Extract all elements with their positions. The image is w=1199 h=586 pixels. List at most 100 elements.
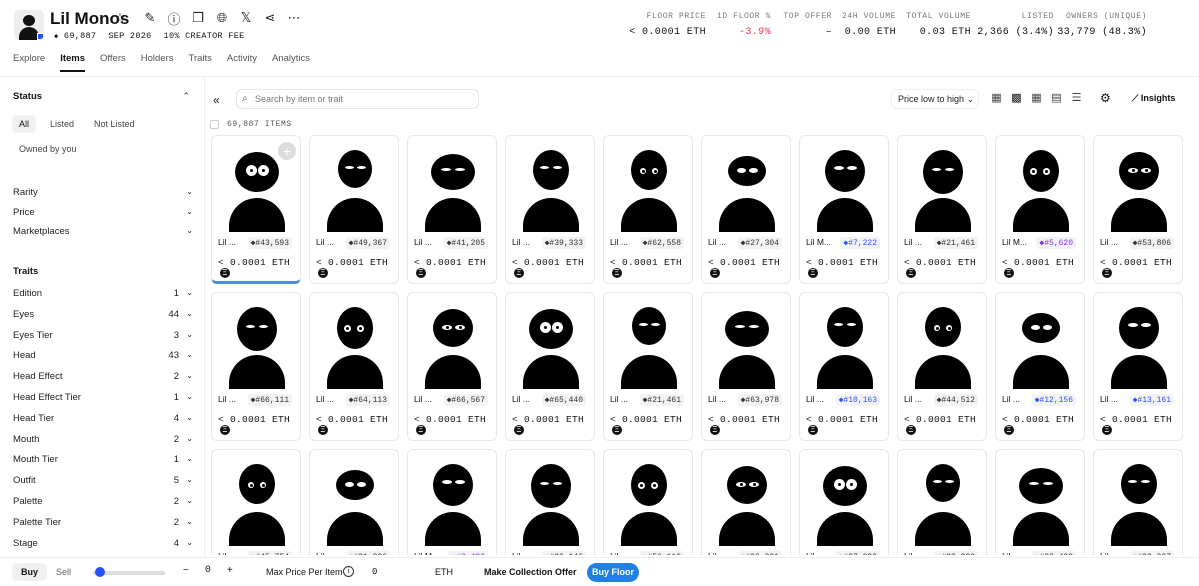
trait-filter-row[interactable]: Mouth 2 ⌄ [13,434,193,445]
nft-card[interactable]: Lil M... ◆#5,620 < 0.0001 ETH Ξ [995,135,1085,284]
nft-card[interactable]: Lil ... ◆#23,220 [897,449,987,555]
trait-filter-row[interactable]: Stage 4 ⌄ [13,538,193,549]
trait-filter-row[interactable]: Eyes Tier 3 ⌄ [13,330,193,341]
trait-filter-row[interactable]: Outfit 5 ⌄ [13,475,193,486]
nft-image[interactable] [408,293,496,389]
nft-card[interactable]: Lil ... ◆#10,163 < 0.0001 ETH Ξ [799,292,889,441]
nft-image[interactable] [702,293,790,389]
trait-filter-row[interactable]: Head 43 ⌄ [13,350,193,361]
chevron-up-icon[interactable]: ⌃ [182,91,190,102]
nft-card[interactable]: Lil ... ◆#39,333 < 0.0001 ETH Ξ [505,135,595,284]
nft-image[interactable] [800,293,888,389]
slider-handle[interactable] [95,567,105,577]
star-icon[interactable]: ☆ [108,9,132,27]
trait-filter-row[interactable]: Edition 1 ⌄ [13,288,193,299]
nft-image[interactable] [408,136,496,232]
nft-card[interactable]: Lil ... ◆#44,512 < 0.0001 ETH Ξ [897,292,987,441]
gear-icon[interactable]: ⚙ [1100,91,1111,105]
nft-image[interactable] [212,293,300,389]
decrement-button[interactable]: − [183,565,189,576]
nft-card[interactable]: Lil ... ◆#56,110 [603,449,693,555]
max-price-input[interactable]: 0 [372,567,377,577]
grid-medium-icon[interactable]: ▩ [1010,92,1023,105]
nft-card[interactable]: Lil ... ◆#27,030 [799,449,889,555]
nft-image[interactable] [996,136,1084,232]
trait-filter-row[interactable]: Head Effect 2 ⌄ [13,371,193,382]
tab-traits[interactable]: Traits [189,53,212,72]
nft-card[interactable]: Lil M... ◆#3,420 [407,449,497,555]
table-icon[interactable]: ▤ [1050,92,1063,105]
nft-image[interactable] [898,136,986,232]
share-icon[interactable]: ⋖ [258,9,282,27]
nft-image[interactable] [212,450,300,546]
nft-card[interactable]: Lil ... ◆#21,461 < 0.0001 ETH Ξ [603,292,693,441]
list-icon[interactable]: ☰ [1070,92,1083,105]
search-input[interactable]: ⌕ Search by item or trait [236,89,479,109]
nft-image[interactable] [996,450,1084,546]
select-all-checkbox[interactable] [210,120,219,129]
tab-holders[interactable]: Holders [141,53,174,72]
trait-filter-row[interactable]: Mouth Tier 1 ⌄ [13,454,193,465]
nft-image[interactable] [898,293,986,389]
quantity-value[interactable]: 0 [205,565,211,576]
tab-activity[interactable]: Activity [227,53,257,72]
nft-image[interactable] [408,450,496,546]
nft-card[interactable]: Lil ... ◆#66,111 < 0.0001 ETH Ξ [211,292,301,441]
nft-image[interactable] [506,450,594,546]
nft-card[interactable]: Lil M... ◆#7,222 < 0.0001 ETH Ξ [799,135,889,284]
nft-image[interactable] [604,293,692,389]
nft-card[interactable]: Lil ... ◆#62,558 < 0.0001 ETH Ξ [603,135,693,284]
buy-tab[interactable]: Buy [12,563,48,581]
trait-filter-row[interactable]: Eyes 44 ⌄ [13,309,193,320]
info-icon[interactable]: i [343,566,354,577]
tab-items[interactable]: Items [60,53,85,72]
nft-card[interactable]: Lil ... ◆#30,146 [505,449,595,555]
nft-image[interactable] [800,450,888,546]
grid-large-icon[interactable]: ▦ [990,92,1003,105]
nft-card[interactable]: Lil ... ◆#13,161 < 0.0001 ETH Ξ [1093,292,1183,441]
trait-filter-row[interactable]: Palette Tier 2 ⌄ [13,517,193,528]
nft-image[interactable] [1094,450,1182,546]
nft-image[interactable] [1094,136,1182,232]
copy-icon[interactable]: ❐ [186,9,210,27]
nft-card[interactable]: + Lil ... ◆#43,593 < 0.0001 ETH Ξ [211,135,301,284]
info-icon[interactable]: ⓘ [162,9,186,27]
x-icon[interactable]: 𝕏 [234,9,258,27]
nft-image[interactable] [310,450,398,546]
nft-card[interactable]: Lil ... ◆#31,206 [309,449,399,555]
filter-marketplaces[interactable]: Marketplaces ⌄ [13,226,193,237]
nft-card[interactable]: Lil ... ◆#28,489 [995,449,1085,555]
nft-card[interactable]: Lil ... ◆#41,205 < 0.0001 ETH Ξ [407,135,497,284]
status-listed[interactable]: Listed [43,115,81,133]
nft-image[interactable] [506,293,594,389]
edit-icon[interactable]: ✎ [138,9,162,27]
trait-filter-row[interactable]: Palette 2 ⌄ [13,496,193,507]
more-icon[interactable]: ⋯ [282,9,306,27]
trait-filter-row[interactable]: Head Tier 4 ⌄ [13,413,193,424]
sort-dropdown[interactable]: Price low to high ⌄ [891,89,979,109]
grid-small-icon[interactable]: ▦ [1030,92,1043,105]
nft-image[interactable] [702,450,790,546]
status-owned-by-you[interactable]: Owned by you [12,140,84,158]
collection-avatar[interactable] [14,10,44,40]
nft-card[interactable]: Lil ... ◆#53,806 < 0.0001 ETH Ξ [1093,135,1183,284]
nft-card[interactable]: Lil ... ◆#30,007 [1093,449,1183,555]
nft-card[interactable]: Lil ... ◆#65,440 < 0.0001 ETH Ξ [505,292,595,441]
buy-floor-button[interactable]: Buy Floor [587,563,639,582]
make-collection-offer-button[interactable]: Make Collection Offer [484,567,577,577]
nft-image[interactable] [898,450,986,546]
tab-analytics[interactable]: Analytics [272,53,310,72]
filter-rarity[interactable]: Rarity ⌄ [13,187,193,198]
nft-image[interactable] [310,293,398,389]
nft-image[interactable] [996,293,1084,389]
collapse-sidebar-icon[interactable]: « [213,93,220,107]
status-not-listed[interactable]: Not Listed [87,115,142,133]
nft-card[interactable]: Lil ... ◆#63,978 < 0.0001 ETH Ξ [701,292,791,441]
nft-image[interactable] [702,136,790,232]
nft-card[interactable]: Lil ... ◆#49,367 < 0.0001 ETH Ξ [309,135,399,284]
nft-card[interactable]: Lil ... ◆#36,001 [701,449,791,555]
nft-image[interactable] [800,136,888,232]
tab-offers[interactable]: Offers [100,53,126,72]
sell-tab[interactable]: Sell [47,563,80,581]
nft-card[interactable]: Lil ... ◆#12,156 < 0.0001 ETH Ξ [995,292,1085,441]
